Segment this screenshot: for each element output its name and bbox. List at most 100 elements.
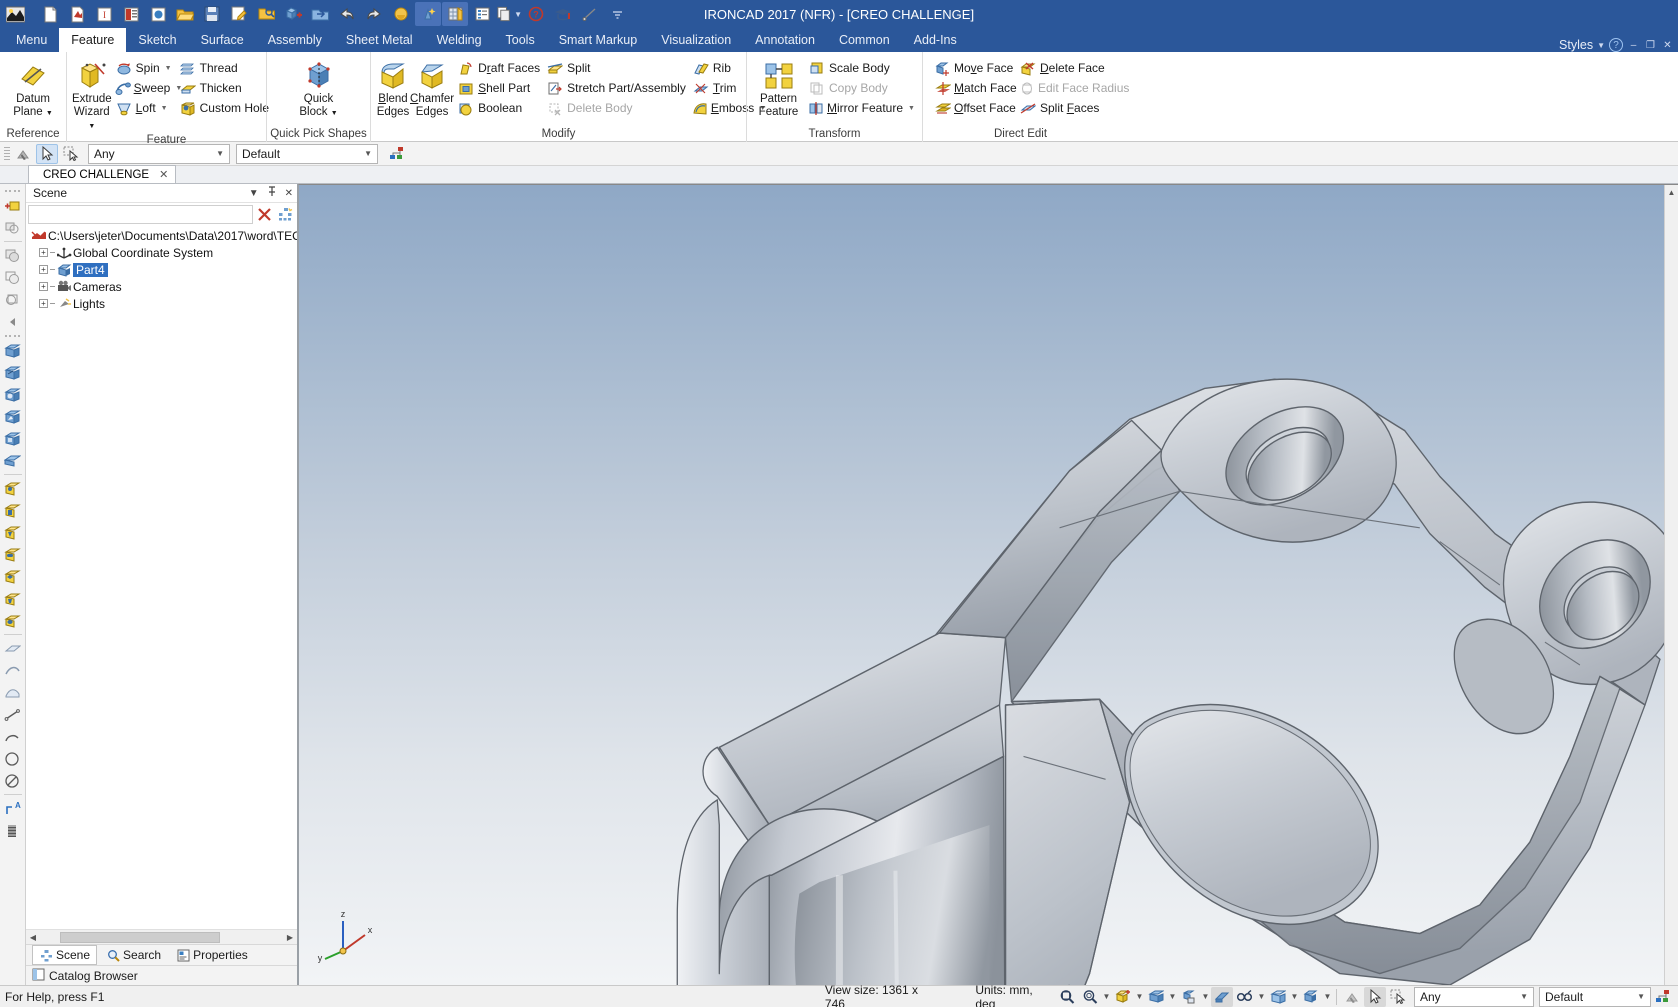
- torus-shape-icon[interactable]: [2, 428, 24, 449]
- part-view-dropdown-icon[interactable]: ▼: [1323, 992, 1332, 1001]
- thicken-button[interactable]: Thicken: [176, 78, 272, 98]
- selection-filter-caret-icon[interactable]: ▼: [213, 149, 227, 158]
- curve-none-icon[interactable]: [2, 770, 24, 791]
- ribbon-tab-tools[interactable]: Tools: [494, 28, 547, 52]
- style-combo-caret-icon[interactable]: ▼: [361, 149, 375, 158]
- expand-icon-lights[interactable]: +: [39, 299, 48, 308]
- scene-structure-icon[interactable]: [1652, 987, 1674, 1007]
- shaded-view-icon[interactable]: [1145, 987, 1167, 1007]
- ribbon-tab-add-ins[interactable]: Add-Ins: [902, 28, 969, 52]
- ribbon-restore-icon[interactable]: ❐: [1644, 40, 1657, 51]
- zoom-window-icon[interactable]: [1056, 987, 1078, 1007]
- effects-icon[interactable]: [415, 2, 441, 26]
- select-parent-icon[interactable]: [1341, 987, 1363, 1007]
- print-preview-icon[interactable]: [253, 2, 279, 26]
- block-shape-icon[interactable]: [2, 340, 24, 361]
- ribbon-tab-sketch[interactable]: Sketch: [126, 28, 188, 52]
- rail-grip-1[interactable]: [5, 188, 21, 194]
- new-file-icon[interactable]: [37, 2, 63, 26]
- datum-plane-button[interactable]: Datum Plane ▼: [5, 55, 61, 120]
- document-tab-close-icon[interactable]: ✕: [159, 168, 168, 181]
- hscroll-thumb[interactable]: [60, 932, 220, 943]
- status-filter-caret-icon[interactable]: ▼: [1517, 992, 1531, 1001]
- loft-button[interactable]: Loft ▼: [112, 98, 176, 118]
- tab-search[interactable]: Search: [100, 946, 167, 964]
- ribbon-close-icon[interactable]: ✕: [1661, 40, 1674, 51]
- grid-icon[interactable]: [442, 2, 468, 26]
- custom-hole-button[interactable]: Custom Hole: [176, 98, 272, 118]
- add-part-icon[interactable]: [280, 2, 306, 26]
- zoom-icon[interactable]: [1079, 987, 1101, 1007]
- box-view-dropdown-icon[interactable]: ▼: [1290, 992, 1299, 1001]
- ribbon-tab-sheet-metal[interactable]: Sheet Metal: [334, 28, 425, 52]
- select-box-icon[interactable]: [1387, 987, 1409, 1007]
- sphere-shape-icon[interactable]: [2, 362, 24, 383]
- tree-node-lights[interactable]: + Lights: [29, 295, 297, 312]
- expand-icon-part4[interactable]: +: [39, 265, 48, 274]
- select-arrow-icon[interactable]: [36, 144, 58, 164]
- render-icon[interactable]: [388, 2, 414, 26]
- toolbar-grip[interactable]: [4, 146, 10, 162]
- annotation-text-icon[interactable]: A: [2, 798, 24, 819]
- hole-taper-icon[interactable]: [2, 588, 24, 609]
- loft-dropdown-icon[interactable]: ▼: [161, 105, 168, 112]
- panel-menu-icon[interactable]: ▼: [249, 188, 259, 199]
- status-style-combo[interactable]: Default ▼: [1539, 987, 1651, 1007]
- expand-tree-icon[interactable]: [276, 205, 295, 224]
- curve-line-icon[interactable]: [2, 704, 24, 725]
- new-drawing-icon[interactable]: I: [91, 2, 117, 26]
- copy-layers-icon[interactable]: ▼: [496, 2, 522, 26]
- styles-dropdown-icon[interactable]: ▼: [1597, 41, 1605, 50]
- properties-icon[interactable]: [469, 2, 495, 26]
- document-tab-creo-challenge[interactable]: CREO CHALLENGE ✕: [28, 165, 176, 183]
- new-sheet-icon[interactable]: [118, 2, 144, 26]
- slab-shape-icon[interactable]: [2, 450, 24, 471]
- close-panel-icon[interactable]: ✕: [285, 188, 293, 199]
- camera-view-icon[interactable]: [1234, 987, 1256, 1007]
- hscroll-left-icon[interactable]: ◀: [26, 931, 40, 944]
- 3d-viewport[interactable]: z y x ▲: [298, 184, 1678, 985]
- thread-button[interactable]: Thread: [176, 58, 272, 78]
- ribbon-minimize-icon[interactable]: –: [1627, 40, 1640, 51]
- viewport-vertical-scrollbar[interactable]: ▲: [1664, 185, 1678, 985]
- status-filter-combo[interactable]: Any ▼: [1414, 987, 1534, 1007]
- ribbon-tab-menu[interactable]: Menu: [4, 28, 59, 52]
- ribbon-tab-smart-markup[interactable]: Smart Markup: [547, 28, 650, 52]
- surface-curve-icon[interactable]: [2, 660, 24, 681]
- spin-dropdown-icon[interactable]: ▼: [165, 65, 172, 72]
- split-button[interactable]: Split: [543, 58, 689, 78]
- learning-icon[interactable]: [550, 2, 576, 26]
- collapse-rail-icon[interactable]: [2, 311, 24, 332]
- chamfer-edges-button[interactable]: Chamfer Edges: [410, 55, 454, 119]
- split-faces-button[interactable]: Split Faces: [1016, 98, 1120, 118]
- spin-button[interactable]: Spin ▼: [112, 58, 176, 78]
- ribbon-tab-assembly[interactable]: Assembly: [256, 28, 334, 52]
- draft-faces-button[interactable]: Draft Faces: [454, 58, 543, 78]
- hole-custom-icon[interactable]: [2, 566, 24, 587]
- boolean-button[interactable]: Boolean: [454, 98, 543, 118]
- extrude-wizard-button[interactable]: Extrude Wizard ▼: [72, 55, 112, 133]
- sketch-union-icon[interactable]: [2, 245, 24, 266]
- surface-plane-icon[interactable]: [2, 638, 24, 659]
- copy-body-button[interactable]: Copy Body: [805, 78, 917, 98]
- part-view-icon[interactable]: [1300, 987, 1322, 1007]
- show-part-icon[interactable]: [1112, 987, 1134, 1007]
- cylinder-shape-icon[interactable]: [2, 384, 24, 405]
- render-mode-icon[interactable]: [1178, 987, 1200, 1007]
- hole-thru-icon[interactable]: [2, 610, 24, 631]
- surface-sweep-icon[interactable]: [2, 682, 24, 703]
- curve-arc-icon[interactable]: [2, 726, 24, 747]
- expand-icon-gcs[interactable]: +: [39, 248, 48, 257]
- ribbon-tab-feature[interactable]: Feature: [59, 28, 126, 52]
- scene-structure-icon[interactable]: [386, 144, 408, 164]
- hscroll-right-icon[interactable]: ▶: [283, 931, 297, 944]
- render-mode-dropdown-icon[interactable]: ▼: [1201, 992, 1210, 1001]
- export-icon[interactable]: [307, 2, 333, 26]
- tree-node-global-coordinate-system[interactable]: + Global Coordinate System: [29, 244, 297, 261]
- select-parent-icon[interactable]: [12, 144, 34, 164]
- redo-icon[interactable]: [361, 2, 387, 26]
- scene-tree-hscrollbar[interactable]: ◀ ▶: [26, 929, 297, 944]
- camera-view-dropdown-icon[interactable]: ▼: [1257, 992, 1266, 1001]
- add-sketch-icon[interactable]: [2, 195, 24, 216]
- perspective-icon[interactable]: [1211, 987, 1233, 1007]
